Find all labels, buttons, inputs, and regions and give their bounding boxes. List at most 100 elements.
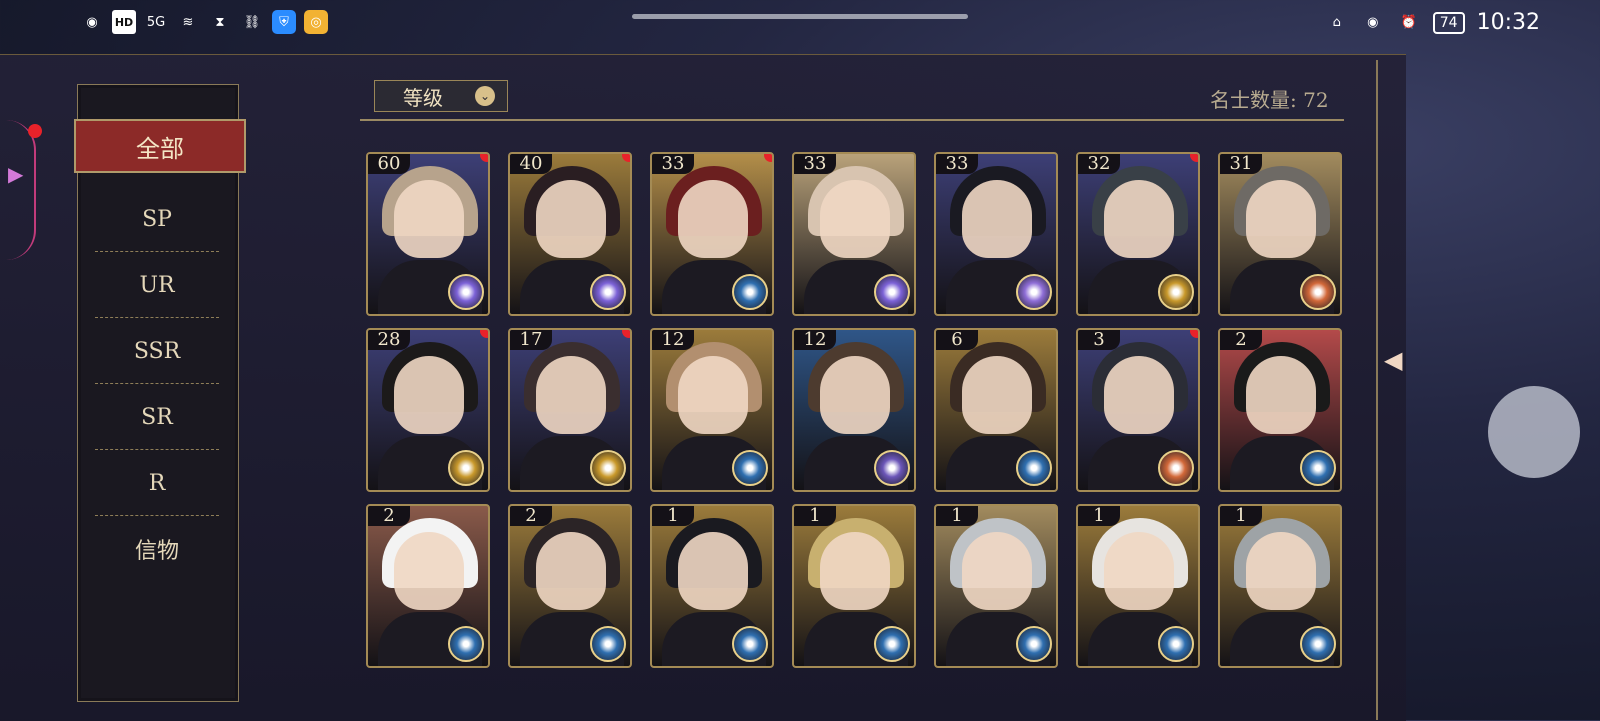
element-emblem-icon — [1016, 274, 1052, 310]
hero-portrait — [1104, 180, 1174, 258]
element-emblem-icon — [874, 450, 910, 486]
hero-level: 32 — [1078, 154, 1120, 174]
hero-card[interactable]: 33 — [792, 152, 916, 316]
element-emblem-icon — [874, 626, 910, 662]
hero-card[interactable]: 32 — [1076, 152, 1200, 316]
status-icons-right: ⌂ ◉ ⏰ 74 10:32 — [1325, 10, 1540, 35]
hero-portrait — [820, 180, 890, 258]
hero-level: 12 — [794, 330, 836, 350]
hero-card[interactable]: 1 — [650, 504, 774, 668]
element-emblem-icon — [448, 274, 484, 310]
filter-sr-tab[interactable]: SR — [95, 385, 219, 450]
collapse-arrow-icon[interactable]: ◀ — [1384, 346, 1402, 374]
hero-card[interactable]: 1 — [934, 504, 1058, 668]
notification-dot — [622, 154, 630, 162]
hero-card[interactable]: 12 — [650, 328, 774, 492]
notification-dot — [480, 154, 488, 162]
hero-level: 28 — [368, 330, 410, 350]
left-drawer-edge[interactable] — [0, 120, 36, 260]
hero-card[interactable]: 28 — [366, 328, 490, 492]
hero-portrait — [962, 356, 1032, 434]
filter-r-tab[interactable]: R — [95, 451, 219, 516]
hero-card[interactable]: 3 — [1076, 328, 1200, 492]
hero-portrait — [394, 532, 464, 610]
hero-portrait — [678, 532, 748, 610]
hero-level: 17 — [510, 330, 552, 350]
hero-card[interactable]: 6 — [934, 328, 1058, 492]
status-bar: ◉ HD 5G ≋ ⧗ ⛓ ⛨ ◎ ⌂ ◉ ⏰ 74 10:32 — [0, 0, 1600, 50]
hero-level: 33 — [794, 154, 836, 174]
element-emblem-icon — [732, 450, 768, 486]
filter-all-tab[interactable]: 全部 — [74, 119, 246, 173]
hero-card[interactable]: 2 — [366, 504, 490, 668]
notification-dot — [1190, 154, 1198, 162]
hero-card[interactable]: 2 — [1218, 328, 1342, 492]
filter-sidebar: 全部 SP UR SSR SR R 信物 — [74, 84, 246, 702]
element-emblem-icon — [1300, 626, 1336, 662]
hero-card[interactable]: 31 — [1218, 152, 1342, 316]
element-emblem-icon — [1300, 450, 1336, 486]
filter-sp-tab[interactable]: SP — [95, 187, 219, 252]
hero-card[interactable]: 1 — [1076, 504, 1200, 668]
element-emblem-icon — [1158, 274, 1194, 310]
hero-portrait — [962, 180, 1032, 258]
hero-portrait — [678, 180, 748, 258]
hero-card[interactable]: 1 — [792, 504, 916, 668]
shield-app-icon[interactable]: ⛨ — [272, 10, 296, 34]
element-emblem-icon — [590, 274, 626, 310]
floating-assist-button[interactable] — [1488, 386, 1580, 478]
hero-portrait — [678, 356, 748, 434]
hero-level: 3 — [1078, 330, 1120, 350]
element-emblem-icon — [590, 626, 626, 662]
filter-ur-tab[interactable]: UR — [95, 253, 219, 318]
notification-dot — [622, 330, 630, 338]
hero-count: 名士数量: 72 — [1210, 88, 1329, 112]
element-emblem-icon — [1158, 626, 1194, 662]
sort-label: 等级 — [403, 85, 443, 110]
wifi-icon: ≋ — [182, 14, 194, 30]
element-emblem-icon — [732, 274, 768, 310]
element-emblem-icon — [590, 450, 626, 486]
hero-level: 1 — [652, 506, 694, 526]
hero-level: 33 — [936, 154, 978, 174]
notification-dot — [480, 330, 488, 338]
element-emblem-icon — [1300, 274, 1336, 310]
hero-level: 1 — [1220, 506, 1262, 526]
status-time: 10:32 — [1476, 10, 1540, 35]
notification-dot — [764, 154, 772, 162]
hero-card[interactable]: 1 — [1218, 504, 1342, 668]
filter-ssr-tab[interactable]: SSR — [95, 319, 219, 384]
eye-icon: ◉ — [1367, 15, 1379, 30]
filter-token-tab[interactable]: 信物 — [95, 517, 219, 581]
hero-card[interactable]: 17 — [508, 328, 632, 492]
hero-level: 1 — [936, 506, 978, 526]
hero-portrait — [820, 356, 890, 434]
element-emblem-icon — [1016, 626, 1052, 662]
hero-card[interactable]: 33 — [650, 152, 774, 316]
hero-level: 40 — [510, 154, 552, 174]
hero-card[interactable]: 60 — [366, 152, 490, 316]
expand-left-arrow-icon[interactable]: ▶ — [8, 162, 23, 186]
hero-level: 6 — [936, 330, 978, 350]
link-icon: ⛓ — [243, 14, 261, 30]
hero-portrait — [394, 356, 464, 434]
weibo-icon[interactable]: ◎ — [304, 10, 328, 34]
element-emblem-icon — [874, 274, 910, 310]
hero-portrait — [536, 180, 606, 258]
hero-level: 1 — [1078, 506, 1120, 526]
hero-card[interactable]: 33 — [934, 152, 1058, 316]
hero-card[interactable]: 2 — [508, 504, 632, 668]
sort-dropdown[interactable]: 等级 ⌄ — [374, 80, 508, 112]
hero-level: 2 — [368, 506, 410, 526]
hero-portrait — [1246, 532, 1316, 610]
element-emblem-icon — [1016, 450, 1052, 486]
hero-card[interactable]: 40 — [508, 152, 632, 316]
hero-level: 12 — [652, 330, 694, 350]
left-notification-dot — [28, 124, 42, 138]
alarm-icon: ⏰ — [1400, 15, 1417, 30]
list-divider — [360, 119, 1344, 121]
hero-card[interactable]: 12 — [792, 328, 916, 492]
gesture-pill[interactable] — [632, 14, 968, 19]
hero-level: 2 — [1220, 330, 1262, 350]
hero-level: 2 — [510, 506, 552, 526]
